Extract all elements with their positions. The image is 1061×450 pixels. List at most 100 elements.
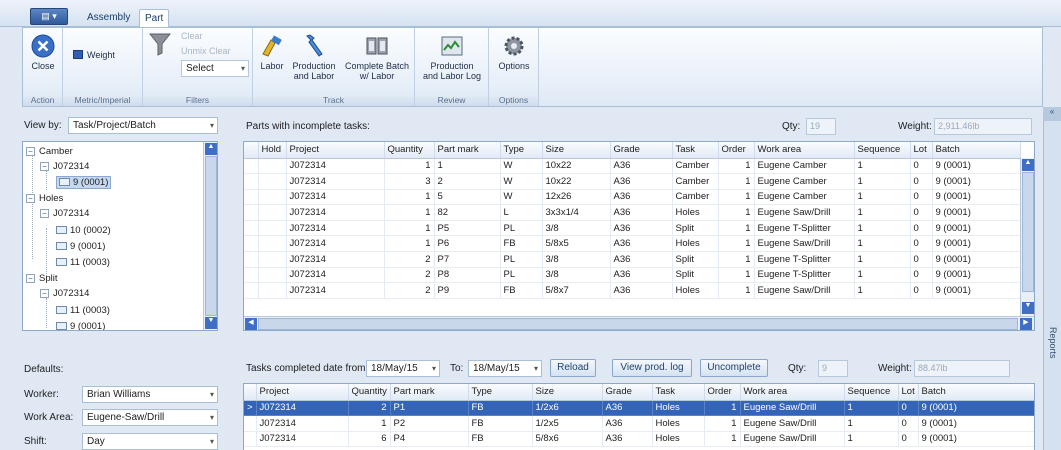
tree-node-holes[interactable]: − Holes — [26, 193, 63, 204]
tree-node-batch[interactable]: 9 (0001) — [56, 176, 112, 189]
tree-node-split[interactable]: − Split — [26, 273, 57, 284]
reports-side-panel[interactable]: Reports — [1043, 107, 1061, 450]
application-menu-button[interactable]: ▤ ▾ — [30, 8, 68, 25]
scroll-left-icon[interactable]: ◀ — [245, 318, 257, 330]
tree-node-project[interactable]: − J072314 — [40, 161, 89, 172]
production-labor-log-button[interactable]: Production and Labor Log — [419, 34, 485, 81]
table-row[interactable]: > J072314 2 P1 FB 1/2x6 A36 Holes 1 Eugene Saw/Dr… — [244, 400, 1034, 417]
view-by-dropdown[interactable]: Task/Project/Batch ▾ — [68, 117, 218, 134]
view-prod-log-button[interactable]: View prod. log — [612, 359, 692, 377]
select-dropdown[interactable]: Select ▾ — [181, 60, 249, 77]
column-header[interactable]: Order — [718, 142, 755, 159]
table-row[interactable]: J072314 1 1 W 10x22 A36 Camber 1 Eugene Camber 1 0… — [244, 158, 1021, 175]
collapse-icon[interactable]: − — [26, 274, 35, 283]
column-header[interactable]: Hold — [258, 142, 287, 159]
column-header[interactable]: Grade — [610, 142, 673, 159]
column-header[interactable]: Type — [500, 142, 543, 159]
incomplete-title: Parts with incomplete tasks: — [246, 121, 370, 132]
column-header[interactable]: Work area — [754, 142, 855, 159]
date-to-picker[interactable]: 18/May/15 ▾ — [468, 360, 542, 377]
column-header[interactable]: Lot — [910, 142, 933, 159]
options-button[interactable]: Options — [493, 34, 535, 71]
column-header[interactable]: Task — [672, 142, 719, 159]
column-header[interactable]: Part mark — [434, 142, 501, 159]
collapse-icon[interactable]: − — [40, 162, 49, 171]
grid-scrollbar[interactable]: ▲ ▼ — [1020, 158, 1034, 316]
table-row[interactable]: J072314 1 P2 FB 1/2x5 A36 Holes 1 Eugene Saw/Dri… — [244, 415, 1034, 432]
column-header[interactable]: Quantity — [348, 384, 391, 401]
column-header[interactable]: Task — [652, 384, 705, 401]
scroll-right-icon[interactable]: ▶ — [1020, 318, 1032, 330]
column-header[interactable]: Size — [542, 142, 611, 159]
shift-dropdown[interactable]: Day ▾ — [82, 433, 218, 450]
scroll-up-icon[interactable]: ▲ — [205, 143, 217, 155]
column-header[interactable]: Part mark — [390, 384, 469, 401]
reports-tab[interactable]: Reports — [1048, 327, 1058, 359]
date-from-picker[interactable]: 18/May/15 ▾ — [366, 360, 440, 377]
column-header[interactable]: Sequence — [854, 142, 911, 159]
reload-button[interactable]: Reload — [550, 359, 596, 377]
column-header[interactable]: Lot — [898, 384, 919, 401]
collapse-icon[interactable]: − — [40, 289, 49, 298]
tab-assembly[interactable]: Assembly — [82, 9, 135, 27]
collapse-panel-icon[interactable]: « — [1043, 107, 1061, 121]
column-header[interactable] — [244, 142, 259, 159]
production-and-labor-button[interactable]: Production and Labor — [289, 34, 339, 81]
tree-node-batch[interactable]: 10 (0002) — [56, 225, 111, 236]
table-row[interactable]: J072314 2 P8 PL 3/8 A36 Split 1 Eugene T-Splitte… — [244, 267, 1021, 284]
scroll-thumb[interactable] — [258, 318, 1018, 330]
table-row[interactable]: J072314 6 P4 FB 5/8x6 A36 Holes 1 Eugene Saw/Dri… — [244, 431, 1034, 448]
uncomplete-button[interactable]: Uncomplete — [700, 359, 768, 377]
table-cell: A36 — [610, 235, 673, 253]
column-header[interactable]: Project — [286, 142, 385, 159]
tab-part[interactable]: Part — [139, 9, 170, 27]
column-header[interactable]: Batch — [918, 384, 1034, 401]
tree-node-camber[interactable]: − Camber — [26, 146, 73, 157]
scroll-down-icon[interactable]: ▼ — [1022, 302, 1034, 314]
table-row[interactable]: J072314 1 P5 PL 3/8 A36 Split 1 Eugene T-Splitte… — [244, 220, 1021, 237]
table-cell — [258, 267, 287, 284]
column-header[interactable] — [244, 384, 257, 401]
column-header[interactable]: Project — [256, 384, 349, 401]
table-row[interactable]: J072314 1 82 L 3x3x1/4 A36 Holes 1 Eugene Saw/Dr… — [244, 204, 1021, 221]
collapse-icon[interactable]: − — [40, 209, 49, 218]
tree-node-batch[interactable]: 9 (0001) — [56, 321, 105, 330]
table-row[interactable]: J072314 2 P9 FB 5/8x7 A36 Holes 1 Eugene Saw/Dri… — [244, 282, 1021, 299]
table-row[interactable]: J072314 1 P6 FB 5/8x5 A36 Holes 1 Eugene Saw/Dri… — [244, 235, 1021, 253]
column-header[interactable]: Quantity — [384, 142, 435, 159]
table-row[interactable]: J072314 3 2 W 10x22 A36 Camber 1 Eugene Camber 1 0… — [244, 173, 1021, 190]
table-cell: Split — [672, 251, 719, 268]
grid-hscrollbar[interactable]: ◀ ▶ — [244, 316, 1034, 330]
table-cell: 9 (0001) — [918, 400, 1034, 417]
table-row[interactable]: J072314 2 P7 PL 3/8 A36 Split 1 Eugene T-Splitte… — [244, 251, 1021, 268]
scroll-thumb[interactable] — [205, 156, 217, 316]
collapse-icon[interactable]: − — [26, 147, 35, 156]
scroll-down-icon[interactable]: ▼ — [205, 317, 217, 329]
tree-node-batch[interactable]: 9 (0001) — [56, 241, 105, 252]
column-header[interactable]: Size — [532, 384, 603, 401]
column-header[interactable]: Grade — [602, 384, 653, 401]
tree-node-project[interactable]: − J072314 — [40, 208, 89, 219]
column-header[interactable]: Work area — [740, 384, 845, 401]
labor-button[interactable]: Labor — [257, 34, 287, 71]
column-header[interactable]: Order — [704, 384, 741, 401]
scroll-thumb[interactable] — [1022, 172, 1034, 292]
tree-node-batch[interactable]: 11 (0003) — [56, 305, 110, 316]
complete-batch-button[interactable]: Complete Batch w/ Labor — [343, 34, 411, 81]
tree-node-project[interactable]: − J072314 — [40, 288, 89, 299]
collapse-icon[interactable]: − — [26, 194, 35, 203]
table-row[interactable]: J072314 1 5 W 12x26 A36 Camber 1 Eugene Camber 1 0… — [244, 189, 1021, 206]
column-header[interactable]: Type — [468, 384, 533, 401]
column-header[interactable]: Batch — [932, 142, 1021, 159]
work-area-dropdown[interactable]: Eugene-Saw/Drill ▾ — [82, 409, 218, 426]
scroll-up-icon[interactable]: ▲ — [1022, 159, 1034, 171]
worker-dropdown[interactable]: Brian Williams ▾ — [82, 386, 218, 403]
clear-button[interactable]: Clear — [181, 31, 203, 41]
weight-button[interactable]: Weight — [73, 50, 133, 60]
unmix-clear-button[interactable]: Unmix Clear — [181, 46, 231, 56]
tree-scrollbar[interactable]: ▲ ▼ — [203, 142, 217, 330]
column-header[interactable]: Sequence — [844, 384, 899, 401]
table-cell: Eugene Saw/Drill — [754, 204, 855, 221]
close-button[interactable]: Close — [27, 34, 59, 71]
tree-node-batch[interactable]: 11 (0003) — [56, 257, 110, 268]
